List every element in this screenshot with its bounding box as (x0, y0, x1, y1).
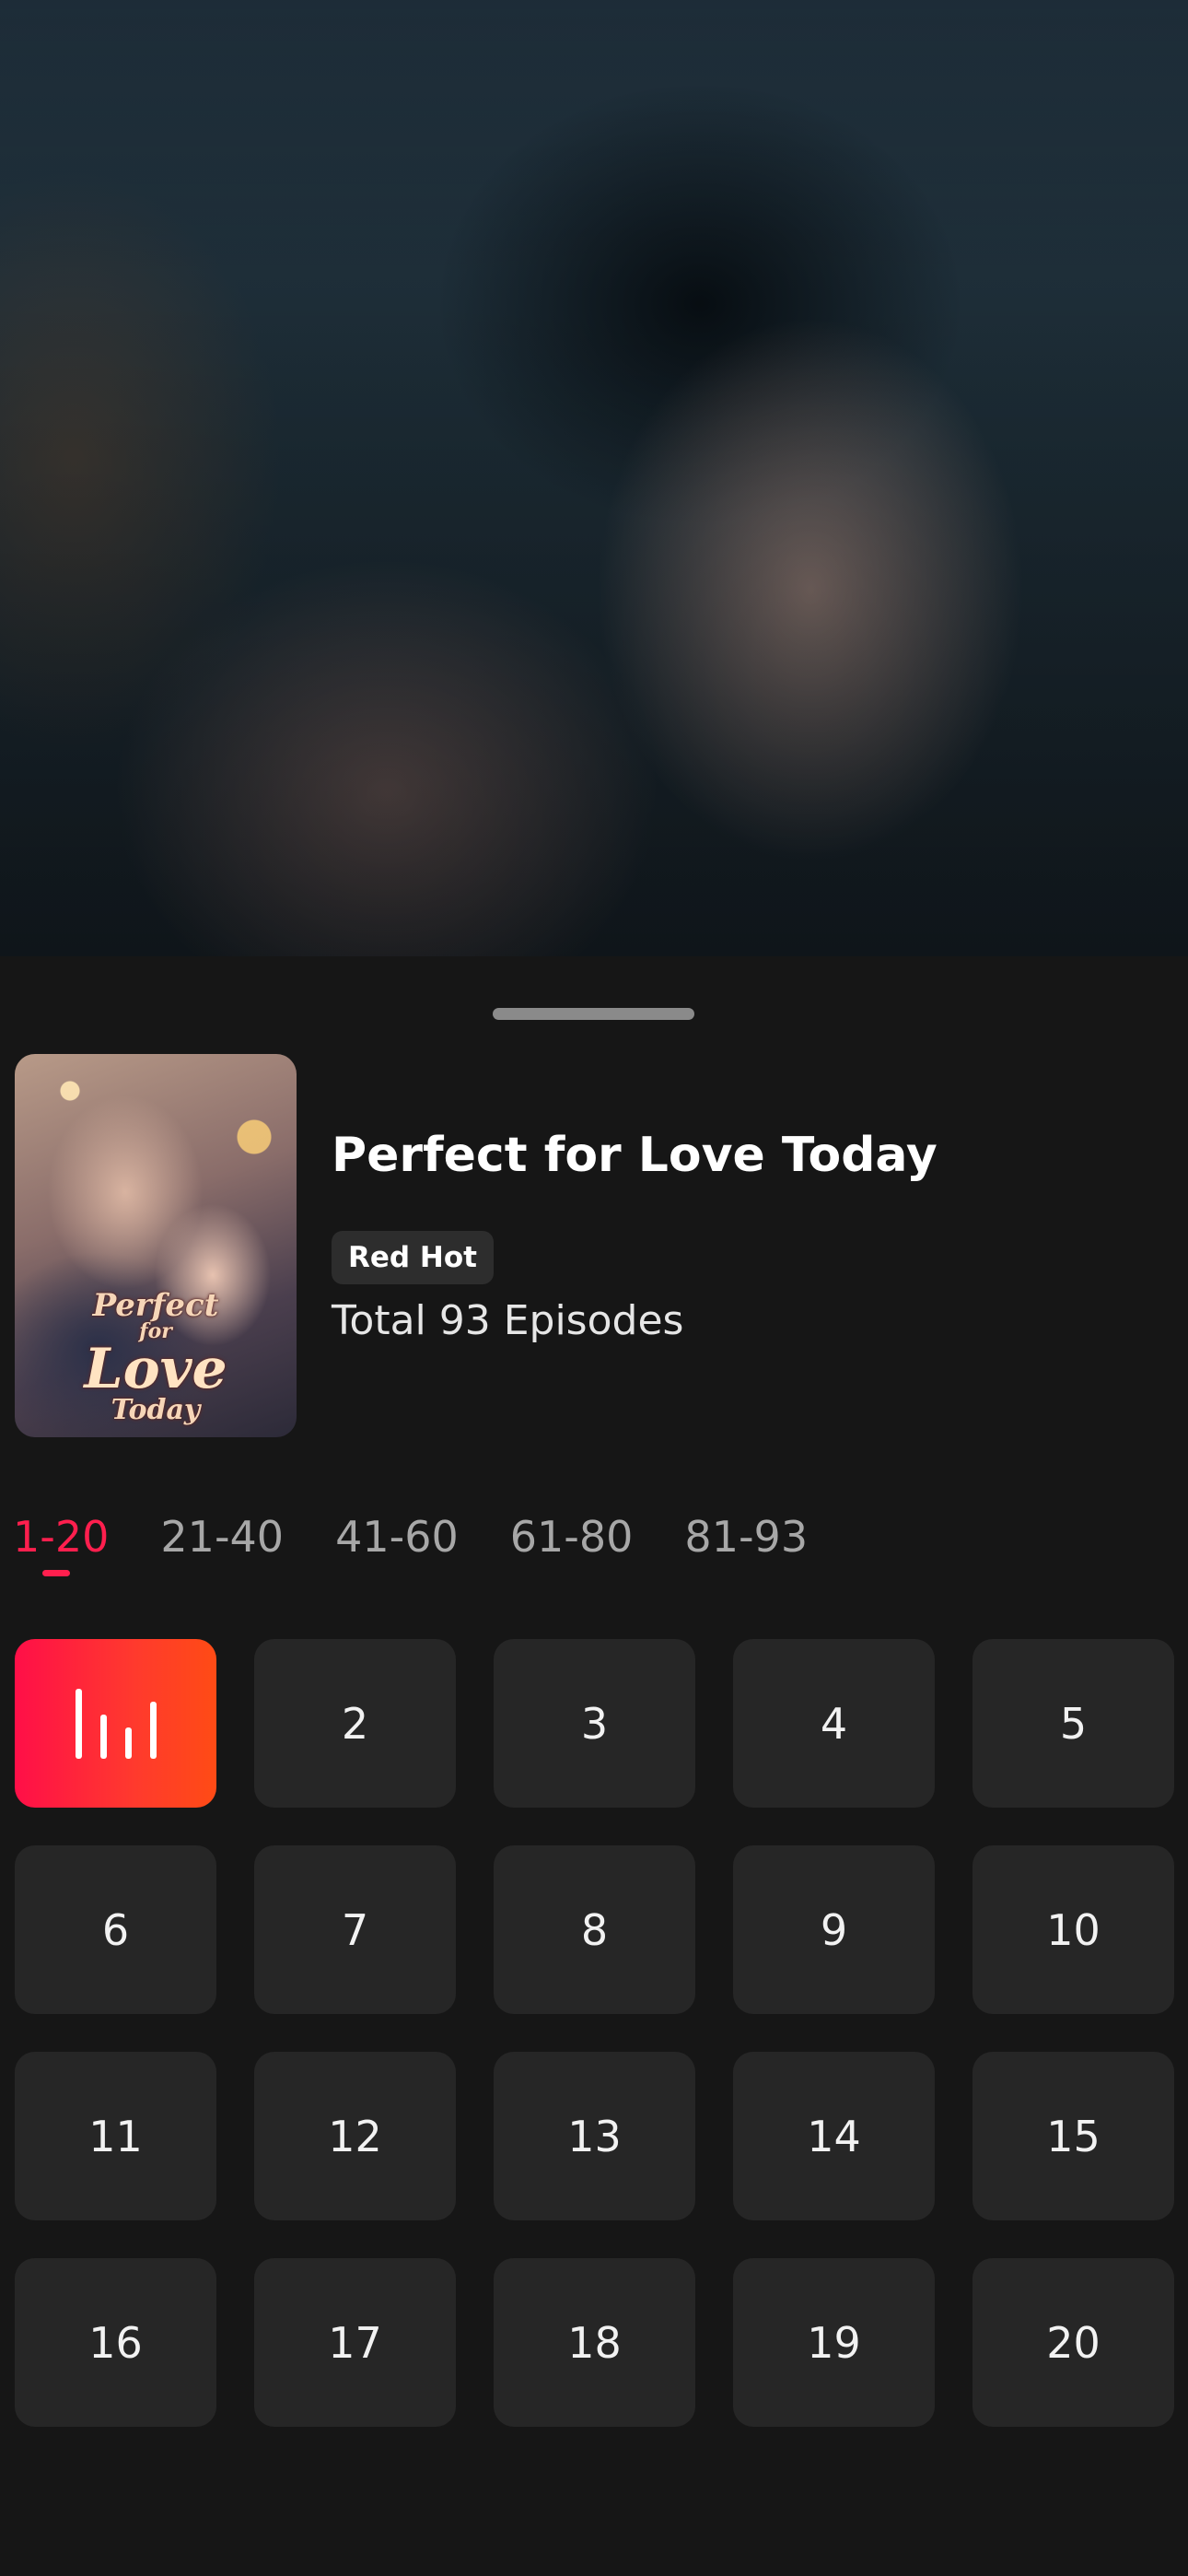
tab-label: 61-80 (509, 1512, 634, 1562)
episode-tile[interactable]: 9 (733, 1845, 935, 2014)
active-tab-indicator (42, 1570, 70, 1576)
episode-tile[interactable]: 5 (973, 1639, 1174, 1808)
tab-range-21-40[interactable]: 21-40 (160, 1509, 284, 1574)
episode-tile[interactable]: 18 (494, 2258, 695, 2427)
tab-label: 1-20 (13, 1512, 110, 1562)
episode-tile[interactable]: 13 (494, 2052, 695, 2220)
series-poster: Perfect for Love Today (15, 1054, 297, 1437)
episode-tile[interactable]: 4 (733, 1639, 935, 1808)
episode-tile[interactable]: 8 (494, 1845, 695, 2014)
episode-tile[interactable]: 19 (733, 2258, 935, 2427)
tab-label: 81-93 (684, 1512, 809, 1562)
episode-tile[interactable]: 20 (973, 2258, 1174, 2427)
episode-tile[interactable]: 2 (254, 1639, 456, 1808)
episode-tile[interactable]: 3 (494, 1639, 695, 1808)
episode-tile[interactable]: 16 (15, 2258, 216, 2427)
tab-range-81-93[interactable]: 81-93 (684, 1509, 808, 1574)
poster-title-line: Today (111, 1394, 201, 1426)
episode-tile-current[interactable] (15, 1639, 216, 1808)
drag-handle[interactable] (493, 1008, 694, 1020)
tab-range-41-60[interactable]: 41-60 (335, 1509, 459, 1574)
series-title: Perfect for Love Today (332, 1128, 938, 1183)
episode-tile[interactable]: 11 (15, 2052, 216, 2220)
episode-tile[interactable]: 15 (973, 2052, 1174, 2220)
episode-tile[interactable]: 12 (254, 2052, 456, 2220)
playing-bars-icon (75, 1688, 157, 1759)
poster-title-line: Perfect (92, 1287, 219, 1324)
tab-label: 41-60 (335, 1512, 459, 1562)
episode-tile[interactable]: 6 (15, 1845, 216, 2014)
video-player[interactable] (0, 0, 1188, 956)
status-badge: Red Hot (332, 1231, 494, 1284)
poster-title-art: Perfect for Love Today (33, 1290, 278, 1424)
tab-range-1-20[interactable]: 1-20 (13, 1509, 110, 1576)
video-frame (0, 0, 1188, 956)
tab-range-61-80[interactable]: 61-80 (510, 1509, 634, 1574)
episode-tile[interactable]: 14 (733, 2052, 935, 2220)
poster-title-line: Love (84, 1337, 227, 1401)
episode-tile[interactable]: 7 (254, 1845, 456, 2014)
total-episodes: Total 93 Episodes (332, 1297, 684, 1344)
episode-tile[interactable]: 17 (254, 2258, 456, 2427)
tab-label: 21-40 (160, 1512, 285, 1562)
episode-grid: 2 3 4 5 6 7 8 9 10 11 12 13 14 15 16 17 … (15, 1639, 1174, 2427)
episode-tile[interactable]: 10 (973, 1845, 1174, 2014)
episode-sheet: Perfect for Love Today Perfect for Love … (0, 956, 1188, 2576)
episode-range-tabs: 1-20 21-40 41-60 61-80 81-93 (13, 1509, 808, 1576)
